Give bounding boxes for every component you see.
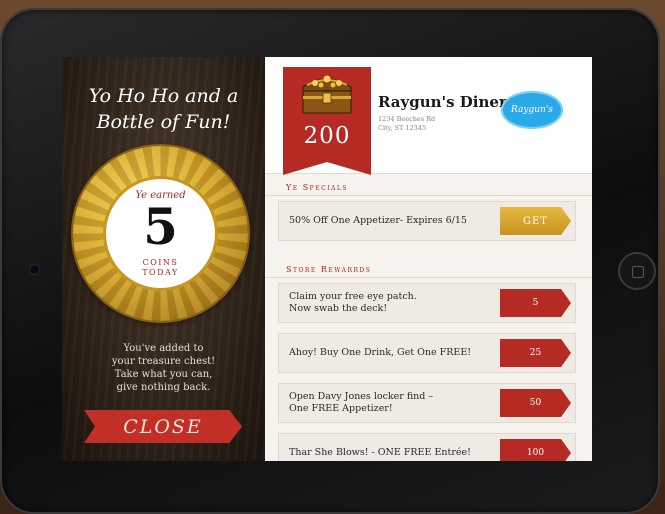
treasure-chest-icon [302, 75, 352, 114]
message-line: Take what you can, [114, 369, 213, 380]
special-text: 50% Off One Appetizer- Expires 6/15 [289, 215, 467, 226]
rewards-panel: 200 Raygun's Diner 1234 Beeches Rd City,… [265, 57, 592, 461]
home-button[interactable] [618, 252, 656, 290]
reward-row: Claim your free eye patch. Now swab the … [278, 283, 576, 323]
rewards-title: Store Rewarrds [286, 265, 372, 274]
section-divider [265, 195, 592, 196]
address-line: City, ST 12345 [378, 124, 427, 132]
earned-panel: Yo Ho Ho and a Bottle of Fun! Ye earned … [62, 57, 265, 461]
reward-row: Thar She Blows! - ONE FREE Entrée! 100 [278, 433, 576, 461]
coin-caption: COINS TODAY [106, 258, 215, 278]
reward-text: Thar She Blows! - ONE FREE Entrée! [289, 434, 489, 461]
reward-line: Ahoy! Buy One Drink, Get One FREE! [289, 347, 472, 358]
redeem-button[interactable]: 5 [500, 289, 571, 317]
tagline-line: Bottle of Fun! [96, 111, 231, 133]
get-button[interactable]: GET [500, 207, 571, 235]
close-button[interactable]: CLOSE [84, 410, 242, 443]
points-total: 200 [303, 123, 351, 149]
app-screen: Yo Ho Ho and a Bottle of Fun! Ye earned … [62, 57, 592, 461]
coin-caption-line: COINS [142, 258, 179, 267]
redeem-button[interactable]: 25 [500, 339, 571, 367]
reward-row: Ahoy! Buy One Drink, Get One FREE! 25 [278, 333, 576, 373]
tagline: Yo Ho Ho and a Bottle of Fun! [72, 83, 255, 135]
gold-coin: Ye earned 5 COINS TODAY [73, 146, 248, 321]
business-address: 1234 Beeches Rd City, ST 12345 [378, 115, 435, 133]
message-line: You've added to [123, 343, 204, 354]
specials-title: Ye Specials [286, 183, 348, 192]
reward-text: Open Davy Jones locker find – One FREE A… [289, 384, 489, 422]
redeem-button[interactable]: 50 [500, 389, 571, 417]
coins-earned-count: 5 [143, 197, 178, 256]
reward-line: Thar She Blows! - ONE FREE Entrée! [289, 447, 471, 458]
points-banner: 200 [283, 67, 371, 175]
camera-icon [30, 265, 39, 274]
coin-center: Ye earned 5 COINS TODAY [106, 179, 215, 288]
reward-line: One FREE Appetizer! [289, 403, 393, 414]
reward-line: Now swab the deck! [289, 303, 388, 314]
business-header: 200 Raygun's Diner 1234 Beeches Rd City,… [265, 57, 592, 175]
business-logo: Raygun's [501, 91, 563, 129]
treasure-message: You've added to your treasure chest! Tak… [82, 342, 245, 394]
section-divider [265, 277, 592, 278]
reward-line: Open Davy Jones locker find – [289, 391, 434, 402]
tagline-line: Yo Ho Ho and a [88, 85, 239, 107]
special-row: 50% Off One Appetizer- Expires 6/15 GET [278, 201, 576, 241]
reward-text: Ahoy! Buy One Drink, Get One FREE! [289, 334, 489, 372]
message-line: give nothing back. [116, 382, 211, 393]
redeem-button[interactable]: 100 [500, 439, 571, 461]
message-line: your treasure chest! [111, 356, 216, 367]
reward-row: Open Davy Jones locker find – One FREE A… [278, 383, 576, 423]
coin-caption-line: TODAY [142, 268, 179, 277]
home-square-icon [632, 266, 644, 278]
reward-line: Claim your free eye patch. [289, 291, 417, 302]
reward-text: Claim your free eye patch. Now swab the … [289, 284, 489, 322]
business-name: Raygun's Diner [378, 93, 507, 111]
address-line: 1234 Beeches Rd [378, 115, 436, 123]
